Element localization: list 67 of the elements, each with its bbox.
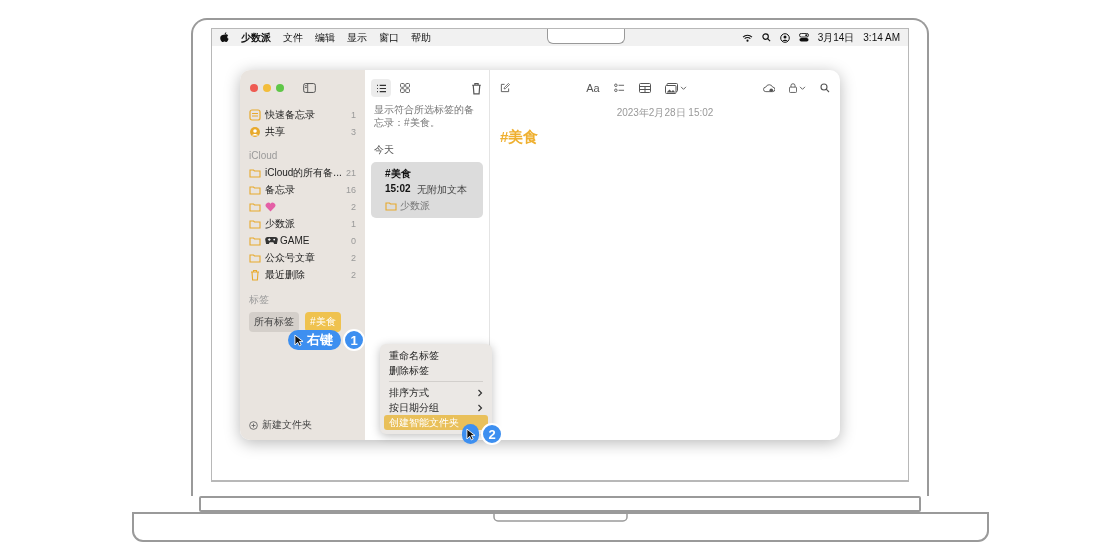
sidebar-item[interactable]: 少数派 1 [246, 215, 359, 232]
trash-icon [470, 81, 483, 95]
note-date: 2023年2月28日 15:02 [615, 106, 715, 120]
trash-icon [249, 268, 261, 281]
new-folder-button[interactable]: 新建文件夹 [246, 418, 359, 432]
checklist-icon[interactable] [613, 83, 625, 93]
sidebar-item[interactable]: 备忘录 16 [246, 181, 359, 198]
close-button[interactable] [250, 84, 258, 92]
folder-icon [249, 218, 261, 229]
menu-item[interactable]: 删除标签 [384, 363, 488, 378]
menu-bar-time[interactable]: 3:14 AM [863, 32, 900, 43]
folder-icon [249, 235, 261, 246]
step-number: 2 [481, 423, 503, 445]
lock-button[interactable] [789, 83, 806, 93]
folder-icon [249, 252, 261, 263]
user-icon[interactable] [779, 32, 790, 43]
chevron-down-icon [679, 85, 687, 91]
format-button[interactable]: Aa [586, 82, 600, 94]
chevron-down-icon [799, 85, 806, 91]
control-center-icon[interactable] [798, 33, 809, 42]
menu-item[interactable]: 排序方式 [384, 385, 488, 400]
collaborate-icon[interactable] [763, 83, 775, 93]
folder-icon [385, 201, 397, 211]
sidebar-item[interactable]: 快速备忘录 1 [246, 106, 359, 123]
sidebar-item[interactable]: 最近删除 2 [246, 266, 359, 283]
sidebar-item[interactable]: GAME 0 [246, 232, 359, 249]
menu-item[interactable]: 显示 [347, 30, 367, 45]
person-circle-icon [249, 125, 261, 138]
menu-item[interactable]: 按日期分组 [384, 400, 488, 415]
section-header: iCloud [249, 150, 279, 161]
sidebar-item[interactable]: iCloud的所有备... 21 [246, 164, 359, 181]
note-title: #美食 [500, 128, 540, 147]
note-item[interactable]: #美食 15:02 无附加文本 少数派 [371, 162, 483, 218]
sidebar-toggle-icon[interactable] [303, 83, 316, 93]
sidebar-item[interactable]: 公众号文章 2 [246, 249, 359, 266]
search-icon[interactable] [820, 83, 830, 93]
table-icon[interactable] [638, 83, 651, 93]
add-icon [249, 420, 258, 430]
tag-chip[interactable]: 所有标签 [249, 312, 299, 332]
apple-icon[interactable] [220, 32, 229, 43]
section-header: 标签 [249, 293, 270, 307]
gamepad-icon [265, 236, 278, 245]
group-header: 今天 [374, 143, 395, 157]
cursor-icon [466, 427, 475, 441]
media-button[interactable] [664, 82, 687, 94]
note-icon [249, 108, 261, 121]
menu-item[interactable]: 编辑 [315, 30, 335, 45]
menu-item[interactable]: 重命名标签 [384, 348, 488, 363]
list-view-button[interactable] [371, 79, 391, 97]
sidebar-item[interactable]: 共享 3 [246, 123, 359, 140]
menu-bar-date[interactable]: 3月14日 [817, 30, 855, 45]
step-label: 右键 [288, 330, 341, 350]
search-icon[interactable] [761, 33, 771, 42]
folder-icon [249, 167, 261, 178]
grid-icon [400, 83, 410, 93]
heart-icon [265, 201, 276, 212]
folder-icon [249, 184, 261, 195]
cursor-icon [294, 333, 303, 347]
menu-item[interactable]: 帮助 [411, 30, 431, 45]
folder-icon [249, 201, 261, 212]
wifi-icon[interactable] [741, 33, 753, 42]
menu-item[interactable]: 少数派 [241, 30, 271, 45]
list-icon [375, 83, 387, 93]
menu-item[interactable]: 文件 [283, 30, 303, 45]
filter-description: 显示符合所选标签的备忘录：#美食。 [373, 104, 475, 129]
compose-icon[interactable] [500, 83, 510, 93]
menu-item[interactable]: 窗口 [379, 30, 399, 45]
